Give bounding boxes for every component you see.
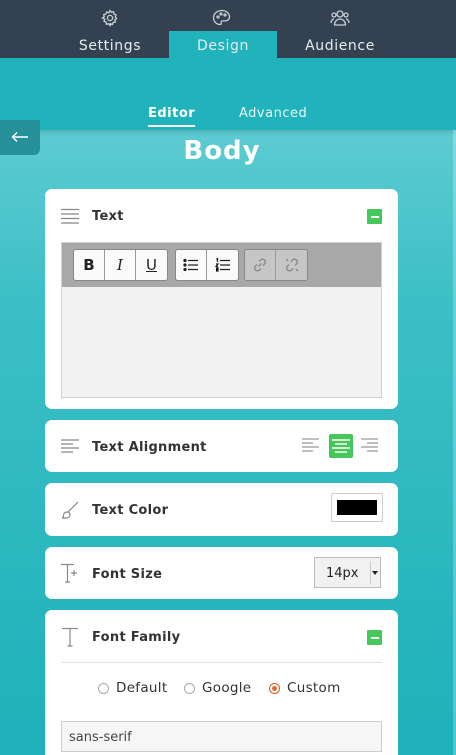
unlink-icon[interactable] [276,250,307,280]
align-left-icon [60,439,80,453]
divider [61,662,382,663]
font-size-icon [60,563,80,583]
font-family-card: Font Family Default Google Custom sans-s… [45,610,398,755]
color-swatch-fill [337,500,377,515]
radio-dot [184,682,195,694]
subtab-editor[interactable]: Editor [148,106,196,127]
bold-button[interactable]: B [74,250,105,280]
tab-settings[interactable]: Settings [60,0,160,58]
format-group: B I U [73,249,168,281]
palette-icon [212,9,232,31]
font-family-icon [60,627,80,647]
radio-custom-label: Custom [287,680,341,696]
font-source-options: Default Google Custom [45,680,398,700]
text-alignment-title: Text Alignment [92,440,207,455]
radio-default[interactable]: Default [98,680,167,696]
numbered-list-button[interactable] [207,250,238,280]
list-group [175,249,239,281]
font-size-value: 14px [326,566,359,581]
font-size-select[interactable]: 14px [314,557,381,588]
rich-text-editor: B I U [61,242,382,398]
font-family-collapse-button[interactable] [367,630,382,645]
tab-design[interactable]: Design [169,31,277,58]
tab-audience-label: Audience [305,38,375,54]
radio-custom[interactable]: Custom [269,680,341,696]
color-picker-swatch[interactable] [331,493,383,522]
text-lines-icon [60,208,80,224]
font-family-title: Font Family [92,630,181,645]
text-color-card: Text Color [45,483,398,536]
tab-audience[interactable]: Audience [290,0,390,58]
text-card: Text B I U [45,189,398,409]
align-center-button[interactable] [329,434,353,458]
tab-design-label: Design [197,38,249,54]
page-title: Body [183,136,261,166]
custom-font-input[interactable]: sans-serif [61,721,382,752]
radio-google[interactable]: Google [184,680,251,696]
text-collapse-button[interactable] [367,209,382,224]
chevron-down-icon [370,561,378,584]
font-size-card: Font Size 14px [45,547,398,599]
align-left-button[interactable] [300,434,322,456]
tab-settings-label: Settings [78,38,142,54]
gear-icon [101,9,119,27]
radio-dot [269,682,280,694]
bullet-list-button[interactable] [176,250,207,280]
editor-toolbar: B I U [62,243,381,287]
subtab-advanced[interactable]: Advanced [239,106,307,121]
font-size-title: Font Size [92,567,163,582]
radio-google-label: Google [202,680,252,696]
brush-icon [60,500,80,520]
radio-dot [98,682,109,694]
link-group [244,249,308,281]
text-card-title: Text [92,209,124,224]
link-icon[interactable] [245,250,276,280]
editor-content-area[interactable] [62,287,381,397]
underline-button[interactable]: U [136,250,167,280]
align-right-button[interactable] [358,434,380,456]
italic-button[interactable]: I [105,250,136,280]
text-color-title: Text Color [92,503,169,518]
users-icon [330,9,350,27]
subtab-bar: Editor Advanced [0,58,456,130]
text-alignment-card: Text Alignment [45,420,398,472]
radio-default-label: Default [116,680,168,696]
